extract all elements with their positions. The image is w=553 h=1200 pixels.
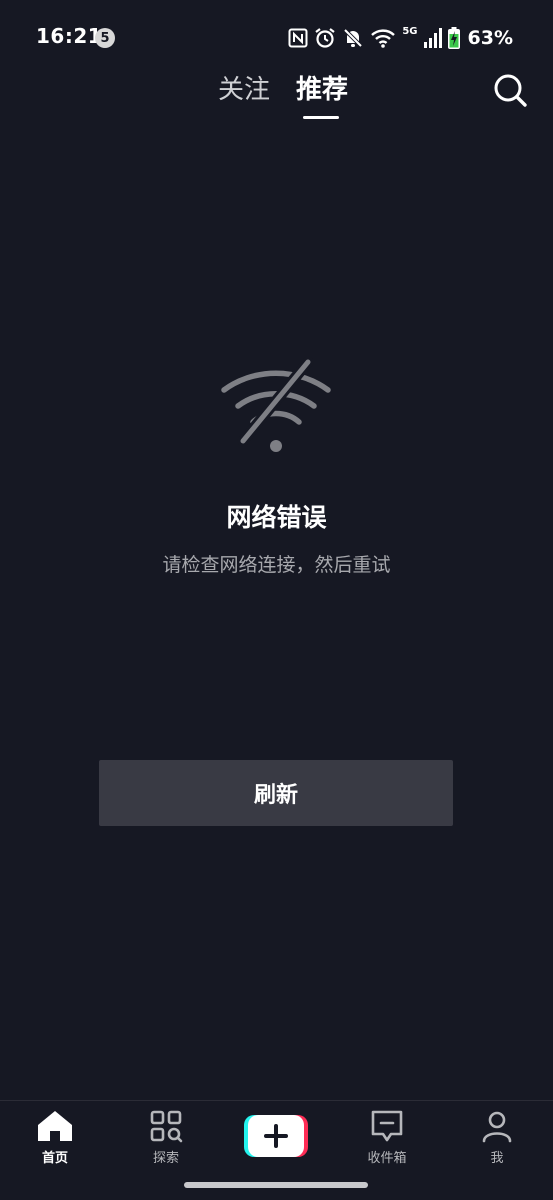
clock: 16:21 — [36, 24, 103, 48]
tab-following[interactable]: 关注 — [218, 74, 270, 106]
search-icon[interactable] — [490, 70, 530, 110]
create-plus-icon[interactable] — [244, 1115, 308, 1157]
active-tab-indicator — [303, 116, 339, 119]
nav-inbox-label: 收件箱 — [367, 1151, 407, 1166]
home-icon — [38, 1111, 72, 1141]
nav-home[interactable]: 首页 — [15, 1109, 95, 1175]
notification-count-badge: 5 — [95, 28, 115, 48]
nav-explore-label: 探索 — [152, 1151, 179, 1166]
nav-home-label: 首页 — [41, 1151, 68, 1166]
wifi-icon — [371, 29, 396, 48]
battery-percentage: 63% — [467, 27, 513, 49]
gesture-navigation-bar[interactable] — [184, 1182, 368, 1188]
refresh-button[interactable]: 刷新 — [99, 760, 453, 826]
status-icons: 5G 63% — [288, 26, 513, 50]
nav-profile[interactable]: 我 — [457, 1109, 537, 1175]
network-type: 5G — [402, 25, 418, 37]
nav-profile-label: 我 — [490, 1151, 504, 1166]
error-subtitle: 请检查网络连接，然后重试 — [162, 554, 391, 576]
battery-charging-icon — [447, 27, 460, 49]
explore-icon — [150, 1110, 183, 1143]
wifi-off-icon — [221, 356, 331, 452]
inbox-icon — [371, 1110, 403, 1142]
nfc-icon — [288, 28, 308, 48]
top-tab-bar: 关注 推荐 — [0, 70, 553, 126]
status-bar: 16:21 5 5G 63% — [0, 0, 553, 76]
nav-inbox[interactable]: 收件箱 — [347, 1109, 427, 1175]
bottom-nav-bar: 首页 探索 收件箱 我 — [0, 1100, 553, 1179]
mute-bell-icon — [343, 28, 363, 48]
nav-explore[interactable]: 探索 — [126, 1109, 206, 1175]
profile-icon — [482, 1111, 512, 1143]
error-title: 网络错误 — [226, 503, 327, 532]
signal-icon — [423, 28, 442, 48]
tab-recommend[interactable]: 推荐 — [296, 74, 348, 106]
alarm-icon — [315, 28, 336, 48]
